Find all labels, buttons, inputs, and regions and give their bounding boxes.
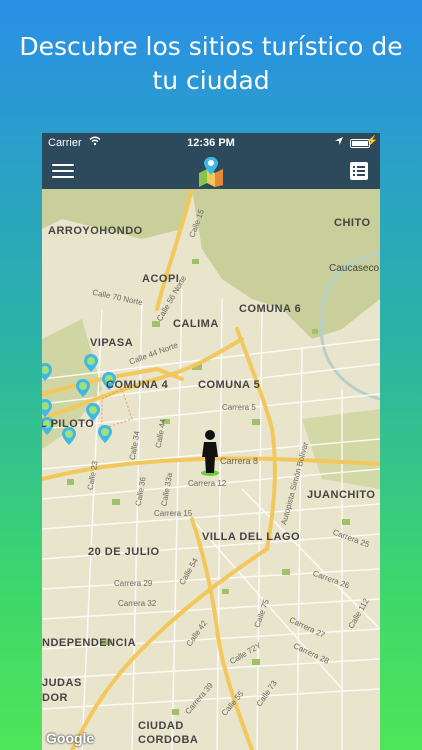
map-label-dor: DOR xyxy=(42,692,68,704)
map-label-villa-del-lago: VILLA DEL LAGO xyxy=(202,531,301,543)
map-label-judas: JUDAS xyxy=(42,677,82,689)
hamburger-line xyxy=(52,176,74,178)
street-label: Carrera 12 xyxy=(188,479,227,488)
list-icon[interactable] xyxy=(350,162,368,180)
map-label-20-de-julio: 20 DE JULIO xyxy=(88,546,160,558)
phone-screen: Carrier 12:36 PM ⚡ ARROYOHONDO ACOPI Cau… xyxy=(42,133,380,750)
map-label-vipasa: VIPASA xyxy=(90,337,134,349)
street-label: Carrera 32 xyxy=(118,599,157,608)
nav-bar xyxy=(42,153,380,189)
map-label-juanchito: JUANCHITO xyxy=(307,489,376,501)
status-bar: Carrier 12:36 PM ⚡ xyxy=(42,133,380,153)
map-label-comuna4: COMUNA 4 xyxy=(106,379,169,391)
map-label-pilo: L PILOTO xyxy=(42,418,95,430)
street-label: Carrera 29 xyxy=(114,579,153,588)
menu-button[interactable] xyxy=(52,163,74,179)
map-label-ciudad: CIUDAD xyxy=(138,720,184,732)
map-label-calima: CALIMA xyxy=(173,318,219,330)
google-attribution: Google xyxy=(46,730,95,746)
map-pin-logo-icon xyxy=(199,157,223,187)
map-label-arroyohondo: ARROYOHONDO xyxy=(48,225,143,237)
map-label-comuna6: COMUNA 6 xyxy=(239,303,302,315)
tourist-site-pin[interactable] xyxy=(42,363,52,381)
status-time: 12:36 PM xyxy=(187,137,235,149)
hamburger-menu-icon xyxy=(52,164,74,166)
headline: Descubre los sitios turístico de tu ciud… xyxy=(19,32,403,95)
hamburger-line xyxy=(52,170,74,172)
street-label: Carrera 5 xyxy=(222,403,256,412)
map-label-comuna5: COMUNA 5 xyxy=(198,379,261,391)
user-location-marker xyxy=(201,430,219,476)
tourist-site-pin[interactable] xyxy=(42,399,52,417)
location-arrow-icon xyxy=(335,137,343,145)
tourist-site-pin[interactable] xyxy=(76,379,90,397)
street-label: Carrera 8 xyxy=(220,456,259,466)
tourist-site-pin[interactable] xyxy=(98,425,112,443)
tourist-site-pin[interactable] xyxy=(84,354,98,372)
map-label-cordoba: CORDOBA xyxy=(138,734,199,746)
street-label: Carrera 15 xyxy=(154,509,193,518)
map-label-caucaseco: Caucaseco xyxy=(329,263,380,274)
map-view[interactable]: ARROYOHONDO ACOPI Caucaseco COMUNA 6 CAL… xyxy=(42,189,380,750)
map-label-independencia: NDEPENDENCIA xyxy=(42,637,137,649)
map-label-chito: CHITO xyxy=(334,217,371,229)
charging-icon: ⚡ xyxy=(365,136,378,147)
